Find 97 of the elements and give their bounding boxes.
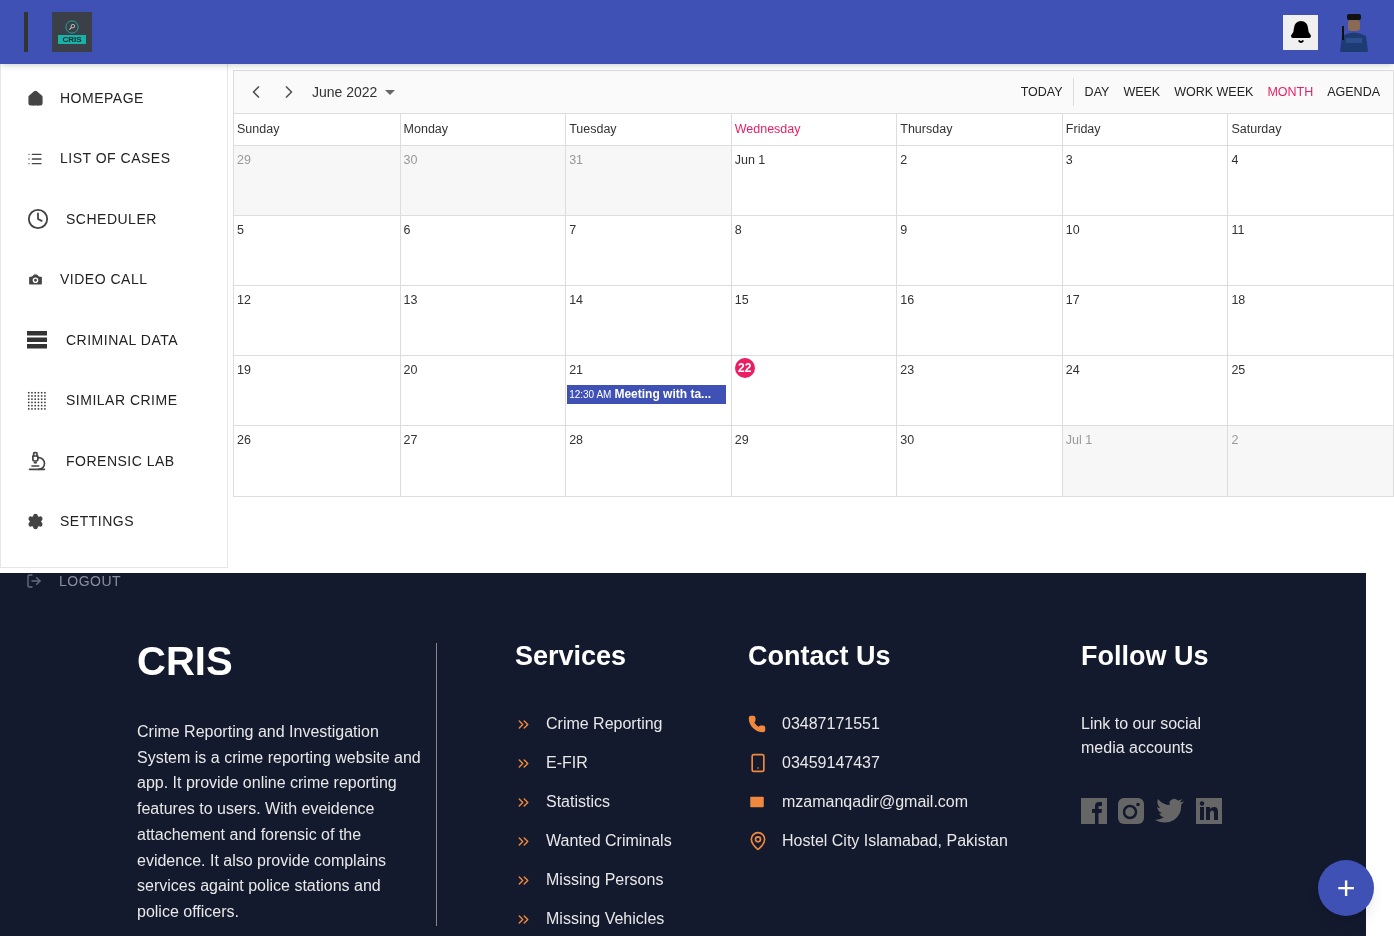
view-tab[interactable]: DAY	[1073, 78, 1113, 106]
date-number: 12	[236, 292, 252, 309]
period-dropdown[interactable]: June 2022	[312, 81, 396, 103]
date-number: 7	[568, 222, 578, 239]
date-number: 21	[568, 362, 585, 379]
sidebar-item[interactable]: LIST OF CASES	[1, 128, 227, 189]
service-link[interactable]: E-FIR	[515, 751, 748, 775]
date-number: 27	[402, 432, 419, 449]
view-tab[interactable]: WEEK	[1112, 78, 1164, 106]
envelope-icon	[748, 793, 766, 811]
logout-icon	[26, 573, 42, 589]
date-number: 28	[568, 432, 585, 449]
about-text: Crime Reporting and Investigation System is a crime reporting website and app. It provide online crime reporting features to users. With eveidence attachement and forensic of the evidence. It also provide complains services againt police stations and police officers.	[137, 722, 422, 922]
contact-text: 03487171551	[782, 714, 880, 734]
view-tab[interactable]: WORK WEEK	[1163, 78, 1257, 106]
magnifier-icon	[65, 20, 79, 34]
contact-text: Hostel City Islamabad, Pakistan	[782, 831, 1008, 851]
logout-item[interactable]: LOGOUT	[0, 566, 228, 596]
map-pin-icon	[748, 831, 768, 851]
date-number: 26	[236, 432, 252, 449]
facebook-icon[interactable]	[1081, 798, 1107, 824]
caret-icon	[385, 89, 396, 95]
service-link[interactable]: Wanted Criminals	[515, 829, 748, 853]
service-link[interactable]: Missing Vehicles	[515, 907, 748, 931]
weekday-header: Thursday	[896, 114, 1062, 145]
date-number: 18	[1230, 292, 1247, 309]
dotted-grid-icon	[27, 390, 47, 411]
service-link[interactable]: Missing Persons	[515, 868, 748, 892]
date-number: 5	[236, 222, 245, 239]
weekday-header: Saturday	[1227, 114, 1393, 145]
microscope-icon	[27, 451, 47, 472]
date-number: 17	[1064, 292, 1081, 309]
phone-icon	[748, 715, 766, 733]
date-number: 25	[1230, 362, 1247, 379]
weekday-header: Sunday	[236, 121, 281, 139]
date-number: 29	[236, 152, 252, 169]
sidebar-item[interactable]: SCHEDULER	[1, 189, 227, 250]
sidebar-item[interactable]: SIMILAR CRIME	[1, 370, 227, 431]
service-link[interactable]: Statistics	[515, 790, 748, 814]
weekday-header: Friday	[1061, 114, 1228, 145]
date-number: 8	[733, 222, 743, 239]
bird-icon[interactable]	[1155, 798, 1185, 824]
date-number: 10	[1064, 222, 1081, 239]
stacked-rows-icon	[27, 331, 47, 350]
date-number: Jun 1	[733, 152, 767, 169]
follow-text: Link to our social media accounts	[1081, 714, 1203, 758]
weekday-header: Wednesday	[730, 114, 897, 145]
date-number: 3	[1064, 152, 1074, 169]
date-number: 11	[1230, 222, 1246, 239]
notifications-button[interactable]	[1283, 14, 1318, 50]
view-tab[interactable]: MONTH	[1256, 78, 1317, 106]
bell-icon	[1288, 20, 1313, 44]
linkedin-icon[interactable]	[1196, 798, 1222, 824]
date-number: 19	[236, 362, 252, 379]
calendar-event[interactable]: 12:30 AM Meeting with ta...	[567, 384, 727, 404]
date-number: 2	[1230, 432, 1240, 449]
today-date-badge: 22	[734, 358, 755, 378]
date-number: 6	[402, 222, 412, 239]
date-number: 2	[899, 152, 909, 169]
police-avatar[interactable]	[1338, 12, 1370, 52]
date-number: 20	[402, 362, 419, 379]
date-number: Jul 1	[1064, 432, 1094, 449]
date-number: 31	[568, 152, 585, 169]
contact-text: mzamanqadir@gmail.com	[782, 792, 969, 812]
date-number: 16	[899, 292, 916, 309]
divider-bar	[24, 12, 28, 52]
date-number: 30	[402, 152, 419, 169]
follow-title: Follow Us	[1081, 640, 1210, 672]
clock-icon	[27, 208, 49, 231]
sidebar-item[interactable]: FORENSIC LAB	[1, 431, 227, 492]
settings-icon	[27, 513, 44, 531]
service-link[interactable]: Crime Reporting	[515, 712, 748, 736]
sidebar-item[interactable]: HOMEPAGE	[1, 68, 227, 129]
date-number: 14	[568, 292, 585, 309]
sidebar-item[interactable]: SETTINGS	[1, 491, 227, 552]
date-number: 23	[899, 362, 916, 379]
contact-text: 03459147437	[782, 753, 880, 773]
mobile-phone-icon	[748, 753, 768, 773]
date-number: 29	[733, 432, 750, 449]
footer-brand: CRIS	[137, 638, 234, 685]
date-number: 24	[1064, 362, 1081, 379]
services-title: Services	[515, 640, 628, 672]
date-number: 13	[402, 292, 419, 309]
home-icon	[27, 89, 44, 107]
date-number: 30	[899, 432, 916, 449]
contact-title: Contact Us	[748, 640, 892, 672]
date-number: 4	[1230, 152, 1240, 169]
logo-text: CRIS	[58, 35, 86, 44]
view-tab[interactable]: AGENDA	[1316, 78, 1383, 106]
weekday-header: Monday	[399, 114, 566, 145]
today-button[interactable]: TODAY	[1010, 78, 1074, 106]
weekday-header: Tuesday	[565, 114, 731, 145]
sidebar-item[interactable]: VIDEO CALL	[1, 249, 227, 310]
date-number: 9	[899, 222, 909, 239]
date-number: 15	[733, 292, 750, 309]
sidebar-item[interactable]: CRIMINAL DATA	[1, 310, 227, 371]
instagram-icon[interactable]	[1118, 798, 1144, 824]
